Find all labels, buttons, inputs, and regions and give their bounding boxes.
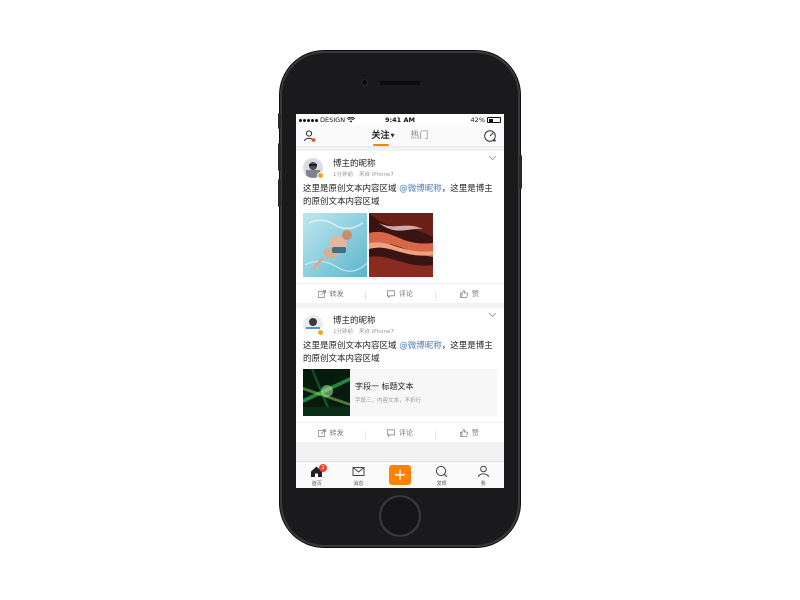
comment-icon (387, 289, 395, 298)
post-meta: 1分钟前 来自 iPhone7 (333, 327, 394, 335)
battery-icon (487, 117, 501, 123)
status-bar: DESIGN 9:41 AM 42% (296, 114, 504, 125)
repost-label: 转发 (329, 428, 344, 437)
tab-discover[interactable]: 发现 (421, 462, 463, 488)
chevron-down-icon[interactable] (488, 312, 497, 318)
canyon-photo[interactable] (369, 213, 433, 277)
post-card[interactable]: 博主的昵称 1分钟前 来自 iPhone7 这里是原创文本内容区域 @微博昵称，这… (296, 308, 504, 442)
post-header: 博主的昵称 1分钟前 来自 iPhone7 (296, 308, 504, 340)
link-title: 字段一 标题文本 (355, 382, 414, 391)
tab-profile-label: 我 (480, 481, 486, 487)
tab-home[interactable]: 2 首页 (296, 462, 338, 488)
tab-bar: 2 首页 消息 + 发现 我 (296, 461, 504, 488)
volume-down-button (278, 179, 281, 207)
repost-button[interactable]: 转发 (296, 289, 365, 299)
post-time: 1分钟前 (333, 172, 353, 178)
verified-badge-icon (317, 172, 324, 179)
power-button (519, 155, 522, 189)
post-card[interactable]: 博主的昵称 1分钟前 来自 iPhone7 这里是原创文本内容区域 @微博昵称，这… (296, 151, 504, 303)
search-icon (435, 465, 448, 478)
tab-following[interactable]: 关注▼ (371, 125, 395, 147)
profile-icon (477, 465, 489, 478)
radar-icon[interactable] (483, 129, 497, 143)
like-label: 赞 (471, 289, 479, 298)
mention-link[interactable]: @微博昵称 (399, 184, 442, 194)
tab-home-label: 首页 (311, 481, 322, 487)
thumbs-up-icon (459, 289, 468, 298)
tab-compose[interactable]: + (379, 462, 421, 488)
share-icon (317, 428, 326, 437)
comment-label: 评论 (398, 428, 413, 437)
tab-messages[interactable]: 消息 (338, 462, 380, 488)
phone-frame: DESIGN 9:41 AM 42% 关注▼ 热门 博主的昵称 1分钟前 来自 … (278, 51, 522, 547)
chevron-down-icon[interactable] (488, 155, 497, 161)
home-button[interactable] (381, 497, 419, 535)
battery-info: 42% (471, 116, 501, 124)
post-images (296, 210, 504, 277)
comment-label: 评论 (398, 289, 413, 298)
notification-badge: 2 (319, 464, 327, 472)
nav-tabs: 关注▼ 热门 (296, 125, 504, 147)
repost-label: 转发 (329, 289, 344, 298)
like-button[interactable]: 赞 (434, 289, 504, 300)
link-card[interactable]: 字段一 标题文本 字段三，内容文本，不折行 (303, 369, 497, 416)
earpiece-speaker (380, 81, 420, 85)
plus-icon[interactable]: + (388, 465, 411, 485)
post-actions: 转发 评论 赞 (296, 283, 504, 303)
battery-percent: 42% (470, 116, 485, 124)
post-text: 这里是原创文本内容区域 @微博昵称，这里是博主的原创文本内容区域 (296, 340, 504, 367)
front-camera (361, 79, 368, 86)
post-source: 来自 iPhone7 (359, 172, 394, 178)
post-source: 来自 iPhone7 (359, 329, 394, 335)
share-icon (317, 289, 326, 298)
author-nickname[interactable]: 博主的昵称 (333, 314, 376, 326)
silent-switch (278, 113, 281, 129)
thumbs-up-icon (459, 428, 468, 437)
repost-button[interactable]: 转发 (296, 428, 365, 438)
tab-messages-label: 消息 (353, 481, 364, 487)
post-actions: 转发 评论 赞 (296, 422, 504, 442)
tab-following-label: 关注 (371, 131, 390, 141)
feed: 博主的昵称 1分钟前 来自 iPhone7 这里是原创文本内容区域 @微博昵称，这… (296, 147, 504, 442)
author-nickname[interactable]: 博主的昵称 (333, 157, 376, 169)
tab-hot-label: 热门 (410, 131, 429, 141)
post-text-part1: 这里是原创文本内容区域 (303, 341, 400, 351)
swimmer-photo[interactable] (303, 213, 367, 277)
comment-button[interactable]: 评论 (365, 428, 434, 439)
verified-badge-icon (317, 329, 324, 336)
volume-up-button (278, 143, 281, 171)
mention-link[interactable]: @微博昵称 (399, 341, 442, 351)
concert-lights-photo (303, 369, 350, 416)
link-subtitle: 字段三，内容文本，不折行 (355, 398, 422, 404)
tab-hot[interactable]: 热门 (410, 125, 428, 147)
like-label: 赞 (471, 428, 479, 437)
mail-icon (352, 467, 365, 476)
post-text-part1: 这里是原创文本内容区域 (303, 184, 400, 194)
post-time: 1分钟前 (333, 329, 353, 335)
comment-button[interactable]: 评论 (365, 289, 434, 300)
post-text: 这里是原创文本内容区域 @微博昵称，这里是博主的原创文本内容区域 (296, 183, 504, 210)
tab-discover-label: 发现 (436, 481, 447, 487)
like-button[interactable]: 赞 (434, 428, 504, 439)
comment-icon (387, 428, 395, 437)
nav-bar: 关注▼ 热门 (296, 125, 504, 147)
post-header: 博主的昵称 1分钟前 来自 iPhone7 (296, 151, 504, 183)
tab-profile[interactable]: 我 (462, 462, 504, 488)
app-screen: DESIGN 9:41 AM 42% 关注▼ 热门 博主的昵称 1分钟前 来自 … (296, 114, 504, 488)
post-meta: 1分钟前 来自 iPhone7 (333, 170, 394, 178)
caret-down-icon: ▼ (390, 133, 395, 139)
